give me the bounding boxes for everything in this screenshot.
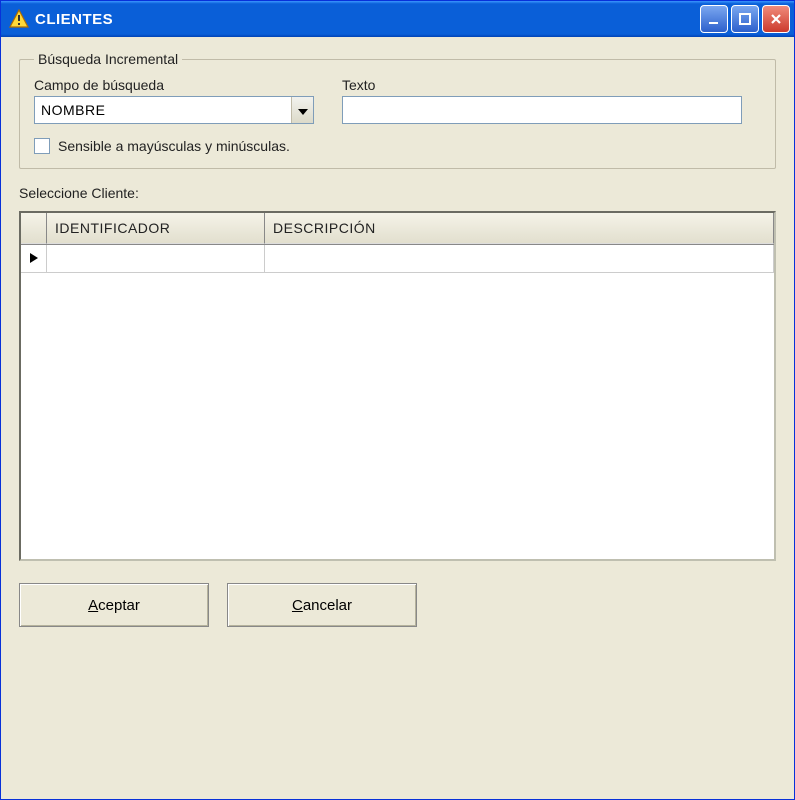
table-header-selector — [21, 213, 47, 244]
content-area: Búsqueda Incremental Campo de búsqueda — [1, 37, 794, 799]
case-checkbox-label: Sensible a mayúsculas y minúsculas. — [58, 138, 290, 154]
cell-desc[interactable] — [265, 245, 774, 272]
table-body[interactable] — [21, 245, 774, 559]
search-text-block: Texto — [342, 77, 742, 124]
cancel-button[interactable]: Cancelar — [227, 583, 417, 627]
window-title: CLIENTES — [35, 11, 700, 28]
search-field-block: Campo de búsqueda — [34, 77, 314, 124]
row-indicator-cell — [21, 245, 47, 272]
search-text-label: Texto — [342, 77, 742, 93]
window-clientes: CLIENTES Búsqueda Incremental Campo de b… — [0, 0, 795, 800]
maximize-button[interactable] — [731, 5, 759, 33]
table-header-desc[interactable]: DESCRIPCIÓN — [265, 213, 774, 244]
search-row: Campo de búsqueda Texto — [34, 77, 761, 124]
close-button[interactable] — [762, 5, 790, 33]
search-field-input[interactable] — [35, 97, 291, 123]
chevron-down-icon — [298, 103, 308, 118]
search-field-label: Campo de búsqueda — [34, 77, 314, 93]
table-header-id[interactable]: IDENTIFICADOR — [47, 213, 265, 244]
list-section-label: Seleccione Cliente: — [19, 185, 776, 201]
client-table: IDENTIFICADOR DESCRIPCIÓN — [19, 211, 776, 561]
row-indicator-icon — [29, 251, 39, 267]
warning-icon — [9, 9, 29, 29]
table-row[interactable] — [21, 245, 774, 273]
case-check-row: Sensible a mayúsculas y minúsculas. — [34, 138, 761, 154]
search-group-legend: Búsqueda Incremental — [34, 51, 182, 67]
table-header-row: IDENTIFICADOR DESCRIPCIÓN — [21, 213, 774, 245]
search-text-input[interactable] — [342, 96, 742, 124]
window-controls — [700, 5, 790, 33]
button-row: Aceptar Cancelar — [19, 583, 776, 627]
accept-button[interactable]: Aceptar — [19, 583, 209, 627]
minimize-button[interactable] — [700, 5, 728, 33]
search-field-combo[interactable] — [34, 96, 314, 124]
titlebar: CLIENTES — [1, 1, 794, 37]
cell-id[interactable] — [47, 245, 265, 272]
combo-dropdown-button[interactable] — [291, 97, 313, 123]
case-checkbox[interactable] — [34, 138, 50, 154]
search-group: Búsqueda Incremental Campo de búsqueda — [19, 51, 776, 169]
